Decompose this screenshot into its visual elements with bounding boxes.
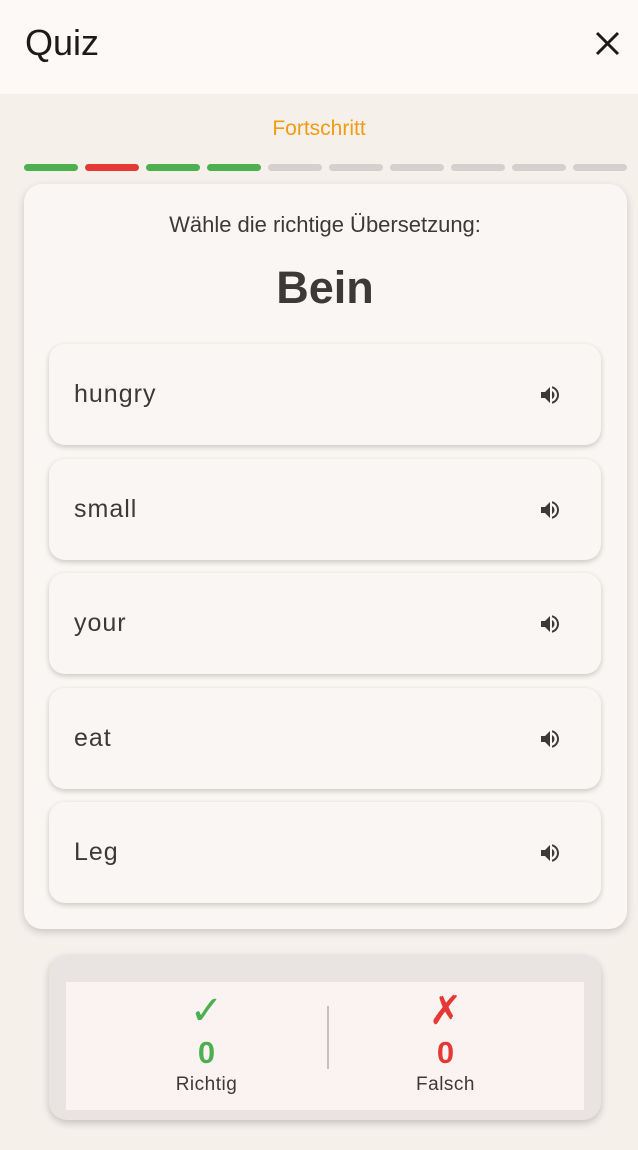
progress-segment-wrong [85, 164, 139, 171]
answer-option-label: small [74, 495, 138, 523]
correct-label: Richtig [175, 1074, 238, 1095]
answer-option-label: your [74, 609, 127, 637]
progress-segment-pending [268, 164, 322, 171]
question-instruction: Wähle die richtige Übersetzung: [169, 212, 481, 237]
answer-option-3[interactable]: your [49, 573, 601, 674]
score-correct: ✓ 0 Richtig [77, 982, 336, 1096]
answer-option-4[interactable]: eat [49, 688, 601, 789]
answer-option-2[interactable]: small [49, 459, 601, 560]
speaker-icon[interactable] [538, 727, 562, 751]
score-wrong: ✗ 0 Falsch [316, 982, 575, 1096]
progress-segment-pending [512, 164, 566, 171]
progress-segment-correct [146, 164, 200, 171]
progress-label: Fortschritt [272, 117, 366, 140]
close-icon [595, 31, 620, 56]
progress-segment-pending [451, 164, 505, 171]
page-title: Quiz [25, 22, 100, 63]
check-icon: ✓ [189, 989, 224, 1033]
speaker-icon[interactable] [538, 498, 562, 522]
answer-option-5[interactable]: Leg [49, 802, 601, 903]
progress-segment-correct [207, 164, 261, 171]
progress-segment-pending [573, 164, 627, 171]
speaker-icon[interactable] [538, 383, 562, 407]
progress-segment-pending [329, 164, 383, 171]
close-button[interactable] [585, 22, 629, 66]
progress-segment-pending [390, 164, 444, 171]
wrong-count: 0 [436, 1035, 455, 1070]
answer-option-label: Leg [74, 838, 119, 866]
answer-option-label: hungry [74, 380, 157, 408]
speaker-icon[interactable] [538, 841, 562, 865]
wrong-label: Falsch [416, 1074, 475, 1095]
speaker-icon[interactable] [538, 612, 562, 636]
progress-bar [24, 164, 627, 171]
question-word: Bein [276, 262, 374, 313]
cross-icon: ✗ [428, 989, 463, 1033]
answer-option-label: eat [74, 724, 112, 752]
answer-option-1[interactable]: hungry [49, 344, 601, 445]
progress-segment-correct [24, 164, 78, 171]
correct-count: 0 [197, 1035, 216, 1070]
app-bar: Quiz [0, 0, 638, 94]
